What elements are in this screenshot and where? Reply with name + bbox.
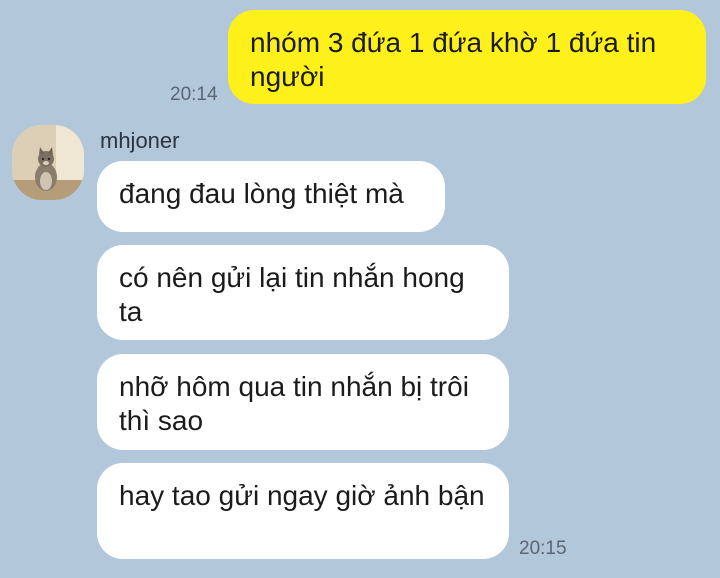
message-text: nhóm 3 đứa 1 đứa khờ 1 đứa tin người [250,27,657,92]
outgoing-message-bubble[interactable]: nhóm 3 đứa 1 đứa khờ 1 đứa tin người [228,10,706,104]
incoming-message-bubble[interactable]: đang đau lòng thiệt mà [97,161,445,232]
message-timestamp: 20:15 [519,538,567,559]
cat-photo-avatar-icon [12,125,84,200]
message-text: đang đau lòng thiệt mà [119,178,404,209]
incoming-message-bubble[interactable]: nhỡ hôm qua tin nhắn bị trôi thì sao [97,354,509,450]
message-text: có nên gửi lại tin nhắn hong ta [119,262,465,327]
message-text: hay tao gửi ngay giờ ảnh bận [119,480,485,511]
sender-avatar[interactable] [12,125,84,200]
sender-name: mhjoner [100,128,180,153]
message-text: nhỡ hôm qua tin nhắn bị trôi thì sao [119,371,469,436]
incoming-message-bubble[interactable]: hay tao gửi ngay giờ ảnh bận [97,463,509,559]
message-timestamp: 20:14 [170,84,218,105]
incoming-message-bubble[interactable]: có nên gửi lại tin nhắn hong ta [97,245,509,340]
